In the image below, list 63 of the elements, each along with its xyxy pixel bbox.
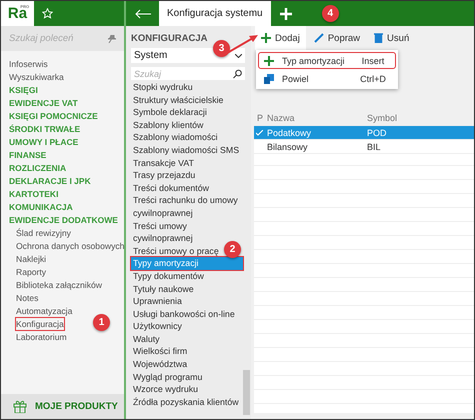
list-item[interactable]: Wielkości firm — [131, 345, 188, 358]
plus-icon — [261, 33, 271, 43]
list-item[interactable]: Trasy przejazdu — [131, 169, 196, 182]
nav-item[interactable]: Naklejki — [16, 252, 46, 264]
list-item[interactable]: Typy dokumentów — [131, 270, 204, 282]
list-item[interactable]: Tytuły naukowe — [131, 282, 194, 296]
annotation-arrow — [221, 33, 259, 57]
table-cell-text: Podatkowy — [266, 128, 312, 138]
toolbar-button[interactable]: Usuń — [368, 26, 416, 50]
search-field[interactable]: Szukaj — [131, 67, 245, 80]
list-item[interactable]: Stopki wydruku — [131, 81, 193, 94]
step-badge: 2 — [224, 241, 241, 258]
table-cell-text: BIL — [366, 142, 382, 152]
list-item[interactable]: Treści dokumentów — [131, 182, 209, 194]
nav-item[interactable]: Automatyzacja — [16, 304, 72, 316]
list-item[interactable]: Treści umowy o pracę — [131, 244, 219, 258]
gift-icon — [13, 400, 27, 413]
list-item[interactable]: Uprawnienia — [131, 295, 182, 308]
column-header[interactable]: Nazwa — [264, 112, 364, 122]
menu-item[interactable]: Typ amortyzacji Insert — [259, 53, 395, 68]
list-item[interactable]: Usługi bankowości on-line — [131, 308, 235, 320]
plus-icon — [280, 8, 292, 20]
nav-item[interactable]: Ochrona danych osobowych — [16, 240, 124, 252]
nav-item[interactable]: Infoserwis — [9, 58, 48, 70]
list-item[interactable]: Treści rachunku do umowy cywilnoprawnej — [131, 194, 243, 220]
search-icon — [233, 69, 242, 78]
nav-item[interactable]: Notes — [16, 292, 38, 304]
nav-item[interactable]: Wyszukiwarka — [9, 70, 64, 82]
star-icon[interactable] — [42, 8, 53, 19]
list-item[interactable]: Województwa — [131, 358, 188, 371]
plus-icon — [264, 56, 274, 66]
back-arrow-icon — [134, 8, 150, 18]
column-header[interactable]: P — [254, 112, 264, 122]
table-cell-text: Bilansowy — [266, 142, 309, 152]
tab[interactable]: Konfiguracja systemu — [159, 1, 271, 26]
list-item[interactable]: Struktury właścicielskie — [131, 94, 224, 106]
list-item[interactable]: Użytkownicy — [131, 320, 182, 333]
list-item[interactable]: Źródła pozyskania klientów — [131, 396, 239, 408]
step-badge: 1 — [93, 314, 110, 331]
list-item[interactable]: Transakcje VAT — [131, 156, 194, 170]
toolbar-button[interactable]: Dodaj — [255, 26, 306, 50]
pin-icon[interactable] — [108, 34, 116, 42]
panel-title: KONFIGURACJA — [131, 33, 209, 44]
nav-item[interactable]: Ślad rewizyjny — [16, 226, 71, 238]
nav-item[interactable]: Raporty — [16, 266, 46, 278]
nav-item[interactable]: Biblioteka załączników — [16, 278, 102, 290]
nav-item[interactable]: Konfiguracja — [16, 318, 64, 330]
list-item[interactable]: Waluty — [131, 332, 160, 346]
brush-icon — [314, 33, 324, 43]
list-item[interactable]: Symbole deklaracji — [131, 106, 207, 119]
table-cell-text: POD — [366, 128, 388, 138]
copy-icon — [264, 74, 274, 84]
list-item[interactable]: Wzorce wydruku — [131, 383, 198, 396]
search-field[interactable]: Szukaj poleceń — [1, 26, 124, 51]
trash-icon — [374, 33, 384, 43]
column-header[interactable]: Symbol — [364, 112, 474, 122]
list-item[interactable]: Szablony wiadomości — [131, 131, 218, 144]
list-item[interactable]: Wygląd programu — [131, 370, 202, 384]
list-item[interactable]: Szablony wiadomości SMS — [131, 144, 240, 157]
list-item[interactable]: Szablony klientów — [131, 118, 204, 132]
chevron-icon — [235, 54, 242, 58]
nav-item[interactable]: Laboratorium — [16, 330, 67, 342]
toolbar-button[interactable]: Popraw — [308, 26, 366, 50]
